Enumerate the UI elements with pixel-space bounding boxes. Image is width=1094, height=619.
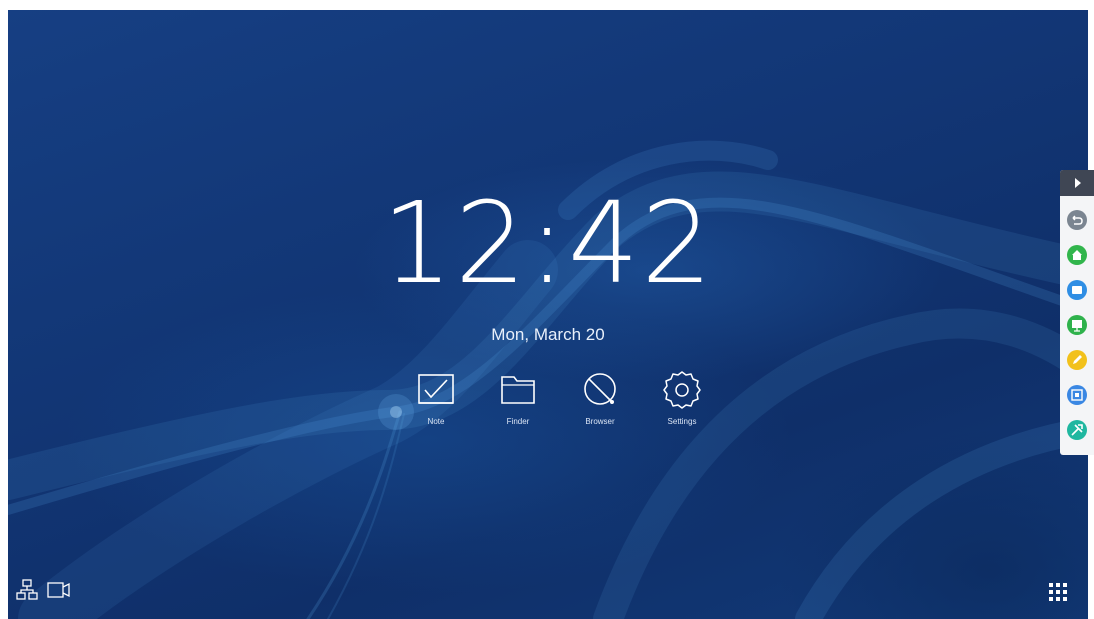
annotate-pen-icon[interactable] bbox=[1067, 350, 1087, 370]
screenshot-icon[interactable] bbox=[1067, 385, 1087, 405]
app-label: Note bbox=[427, 417, 445, 426]
status-icons bbox=[14, 578, 72, 602]
app-settings[interactable]: Settings bbox=[642, 366, 722, 436]
back-icon[interactable] bbox=[1067, 210, 1087, 230]
window-icon[interactable] bbox=[1067, 280, 1087, 300]
wave-wallpaper bbox=[8, 140, 1088, 619]
gear-icon bbox=[663, 371, 701, 409]
network-icon[interactable] bbox=[14, 578, 40, 602]
side-toolbar bbox=[1060, 170, 1094, 455]
app-note[interactable]: Note bbox=[396, 366, 476, 436]
app-finder[interactable]: Finder bbox=[478, 366, 558, 436]
app-label: Finder bbox=[506, 417, 530, 426]
app-label: Settings bbox=[667, 417, 697, 426]
expand-arrow-icon[interactable] bbox=[1060, 170, 1094, 196]
browser-icon bbox=[584, 373, 616, 405]
clock-time: 12:42 bbox=[381, 179, 715, 309]
tools-icon[interactable] bbox=[1067, 420, 1087, 440]
desktop-screen: 12:42 Mon, March 20 Note Finder Browser … bbox=[8, 10, 1088, 619]
app-label: Browser bbox=[585, 417, 615, 426]
app-grid-icon[interactable] bbox=[1045, 580, 1071, 604]
clock-date: Mon, March 20 bbox=[491, 325, 605, 344]
screen-cast-icon[interactable] bbox=[46, 578, 72, 602]
folder-icon bbox=[501, 376, 535, 404]
whiteboard-icon[interactable] bbox=[1067, 315, 1087, 335]
app-shortcuts: Note Finder Browser Settings bbox=[396, 366, 716, 446]
note-icon bbox=[418, 374, 454, 404]
home-icon[interactable] bbox=[1067, 245, 1087, 265]
app-browser[interactable]: Browser bbox=[560, 366, 640, 436]
